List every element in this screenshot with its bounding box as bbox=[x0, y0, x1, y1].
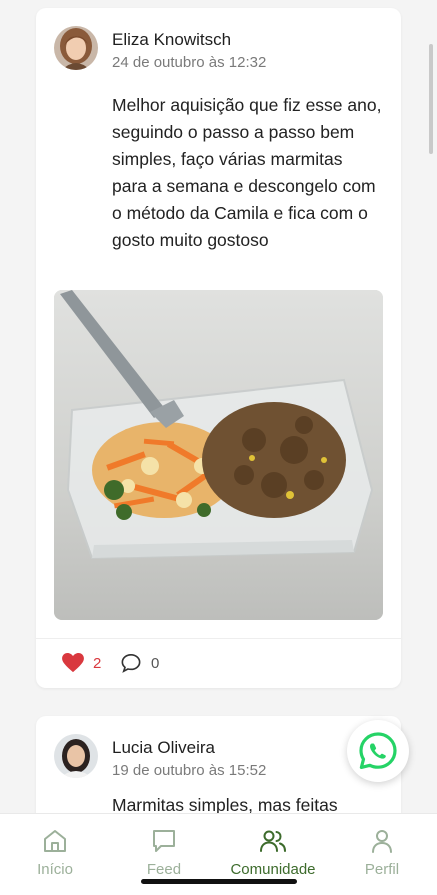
nav-label: Comunidade bbox=[230, 861, 316, 878]
nav-label: Feed bbox=[146, 861, 182, 878]
users-icon bbox=[260, 830, 286, 852]
comment-count: 0 bbox=[151, 654, 160, 672]
scrollbar[interactable] bbox=[429, 44, 433, 154]
avatar[interactable] bbox=[54, 734, 98, 778]
post-text: Melhor aquisição que fiz esse ano, segui… bbox=[112, 95, 382, 250]
whatsapp-button[interactable] bbox=[347, 720, 409, 782]
nav-item-comunidade[interactable]: Comunidade bbox=[223, 828, 323, 878]
author-name[interactable]: Eliza Knowitsch bbox=[112, 30, 231, 50]
author-name[interactable]: Lucia Oliveira bbox=[112, 738, 215, 758]
post-card: Eliza Knowitsch 24 de outubro às 12:32 M… bbox=[36, 8, 401, 688]
whatsapp-icon bbox=[359, 732, 397, 769]
like-button[interactable]: 2 bbox=[62, 653, 101, 673]
nav-item-feed[interactable]: Feed bbox=[114, 828, 214, 878]
comment-icon bbox=[121, 653, 141, 673]
nav-label: Início bbox=[37, 861, 73, 878]
comment-button[interactable]: 0 bbox=[120, 653, 159, 673]
post-actions: 2 0 bbox=[36, 638, 401, 689]
like-count: 2 bbox=[93, 654, 102, 672]
post-image[interactable] bbox=[54, 290, 383, 620]
home-indicator bbox=[141, 879, 297, 884]
nav-item-inicio[interactable]: Início bbox=[5, 828, 105, 878]
home-icon bbox=[44, 830, 66, 852]
avatar[interactable] bbox=[54, 26, 98, 70]
nav-item-perfil[interactable]: Perfil bbox=[332, 828, 432, 878]
heart-icon bbox=[62, 653, 84, 673]
post-date: 24 de outubro às 12:32 bbox=[112, 54, 267, 71]
chat-icon bbox=[153, 830, 175, 852]
nav-label: Perfil bbox=[364, 861, 400, 878]
user-icon bbox=[372, 830, 392, 853]
post-date: 19 de outubro às 15:52 bbox=[112, 762, 267, 779]
